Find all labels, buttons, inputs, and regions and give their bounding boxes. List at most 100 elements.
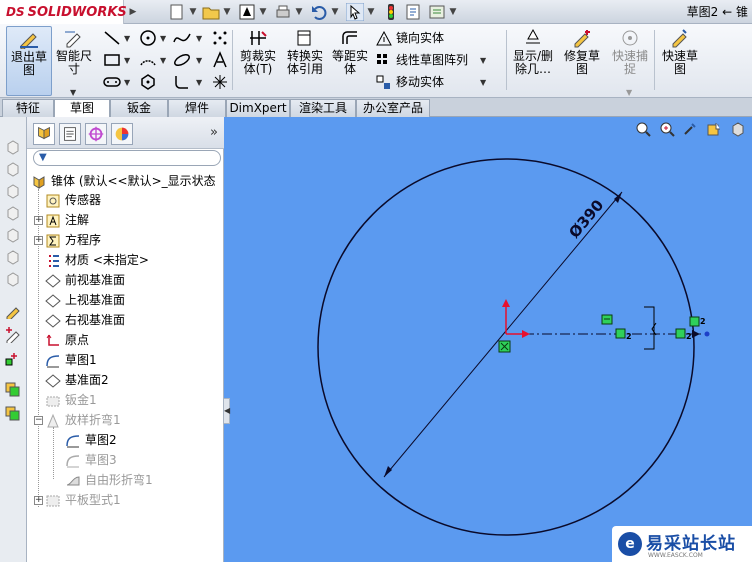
fillet-icon[interactable] [172,72,192,92]
quick-snap-dropdown-icon[interactable]: ▼ [626,88,632,97]
sketch-endpoint[interactable] [704,331,710,337]
save-dropdown-icon[interactable]: ▼ [256,0,270,24]
configuration-tab-icon[interactable] [85,123,107,145]
tab-render-tools[interactable]: 渲染工具 [290,99,356,117]
new-dropdown-icon[interactable]: ▼ [186,0,200,24]
undo-icon[interactable] [310,3,328,21]
tree-item-sketch1[interactable]: 草图1 [45,350,97,370]
cube-icon[interactable] [5,227,21,243]
tree-item-equations[interactable]: 方程序 [45,230,101,250]
trim-entities-button[interactable]: 剪裁实体(T) [236,26,280,96]
tab-dimxpert[interactable]: DimXpert [226,99,290,117]
panel-splitter-handle[interactable]: ◀ [223,398,230,424]
print-dropdown-icon[interactable]: ▼ [292,0,306,24]
tab-features[interactable]: 特征 [2,99,54,117]
ellipse-dropdown-icon[interactable]: ▼ [196,56,202,65]
sketch-drawing[interactable]: Ø390 2 2 2 [224,117,752,562]
convert-entities-button[interactable]: 转换实体引用 [282,26,328,96]
tree-item-sheet-metal1[interactable]: 钣金1 [45,390,97,410]
ellipse-icon[interactable] [172,50,192,70]
select-dropdown-icon[interactable]: ▼ [364,0,378,24]
feature-tree-tab-icon[interactable] [33,123,55,145]
cube-icon[interactable] [5,249,21,265]
tree-item-loft-bend1[interactable]: 放样折弯1 [45,410,121,430]
tab-sketch[interactable]: 草图 [54,99,110,118]
rapid-sketch-button[interactable]: 快速草图 [658,26,702,96]
line-icon[interactable] [102,28,122,48]
tree-item-plane2[interactable]: 基准面2 [45,370,109,390]
options-icon[interactable] [428,3,446,21]
save-icon[interactable] [238,3,256,21]
point-pattern-icon[interactable] [210,28,230,48]
slot-icon[interactable] [102,72,122,92]
add-relation-icon[interactable] [5,351,21,367]
tree-root-part[interactable]: 锥体 (默认<<默认>_显示状态 [31,171,216,191]
cube-icon[interactable] [5,271,21,287]
tree-item-right-plane[interactable]: 右视基准面 [45,310,125,330]
smart-dimension-dropdown-icon[interactable]: ▼ [70,88,76,97]
circle-dropdown-icon[interactable]: ▼ [160,34,166,43]
text-a-icon[interactable] [210,50,230,70]
slot-dropdown-icon[interactable]: ▼ [124,78,130,87]
expand-flat-pattern-icon[interactable]: + [34,496,43,505]
linear-pattern-button[interactable]: 线性草图阵列 [376,50,468,70]
tree-item-material[interactable]: 材质 <未指定> [45,250,149,270]
tree-item-front-plane[interactable]: 前视基准面 [45,270,125,290]
rebuild-icon[interactable] [382,3,400,21]
tree-item-top-plane[interactable]: 上视基准面 [45,290,125,310]
line-dropdown-icon[interactable]: ▼ [124,34,130,43]
arc-icon[interactable] [138,50,158,70]
expand-annotations-icon[interactable]: + [34,216,43,225]
cube-icon[interactable] [5,161,21,177]
tree-item-free-bend1[interactable]: 自由形折弯1 [65,470,153,490]
graphics-area[interactable]: Ø390 2 2 2 [224,117,752,562]
collapse-panel-icon[interactable]: » [210,125,218,140]
tree-item-annotations[interactable]: 注解 [45,210,89,230]
tree-item-sensors[interactable]: 传感器 [45,190,101,210]
move-entities-button[interactable]: 移动实体 [376,72,444,92]
endpoint-relation-icon[interactable] [675,328,686,339]
property-manager-tab-icon[interactable] [59,123,81,145]
cube-icon[interactable] [5,139,21,155]
circle-icon[interactable] [138,28,158,48]
endpoint-relation-icon[interactable] [689,316,700,327]
midpoint-relation-icon[interactable] [615,328,626,339]
tab-office-products[interactable]: 办公室产品 [356,99,430,117]
collapse-loft-bend-icon[interactable]: − [34,416,43,425]
select-cursor-icon[interactable] [346,3,364,21]
tab-weldments[interactable]: 焊件 [168,99,226,117]
show-delete-relations-button[interactable]: 显示/删除几… [510,26,556,96]
spline-icon[interactable] [172,28,192,48]
point-icon[interactable] [210,72,230,92]
exit-sketch-button[interactable]: 退出草图 [6,26,52,96]
spline-dropdown-icon[interactable]: ▼ [196,34,202,43]
polygon-icon[interactable] [138,72,158,92]
cube-icon[interactable] [5,183,21,199]
smart-dimension-icon[interactable] [5,327,21,343]
tab-sheet-metal[interactable]: 钣金 [110,99,168,117]
open-folder-icon[interactable] [202,3,220,21]
mirror-entities-button[interactable]: 镜向实体 [376,28,444,48]
smart-dimension-button[interactable]: 智能尺寸 [54,26,94,96]
rectangle-dropdown-icon[interactable]: ▼ [124,56,130,65]
repair-sketch-button[interactable]: 修复草图 [560,26,604,96]
layers-icon[interactable] [5,405,21,421]
tree-filter-input[interactable]: ▼ [33,150,221,166]
tree-item-origin[interactable]: 原点 [45,330,89,350]
tree-item-sketch3[interactable]: 草图3 [65,450,117,470]
print-icon[interactable] [274,3,292,21]
move-dropdown-icon[interactable]: ▼ [480,78,486,87]
display-manager-tab-icon[interactable] [111,123,133,145]
open-dropdown-icon[interactable]: ▼ [220,0,234,24]
offset-entities-button[interactable]: 等距实体 [330,26,370,96]
rectangle-icon[interactable] [102,50,122,70]
sketch-pencil-icon[interactable] [5,303,21,319]
cube-icon[interactable] [5,205,21,221]
quick-snap-button[interactable]: 快速捕捉 [610,26,650,96]
options-dropdown-icon[interactable]: ▼ [446,0,460,24]
menu-arrow-icon[interactable]: ▶ [126,0,140,24]
layers-icon[interactable] [5,381,21,397]
linear-pattern-dropdown-icon[interactable]: ▼ [480,56,486,65]
new-document-icon[interactable] [168,3,186,21]
undo-dropdown-icon[interactable]: ▼ [328,0,342,24]
